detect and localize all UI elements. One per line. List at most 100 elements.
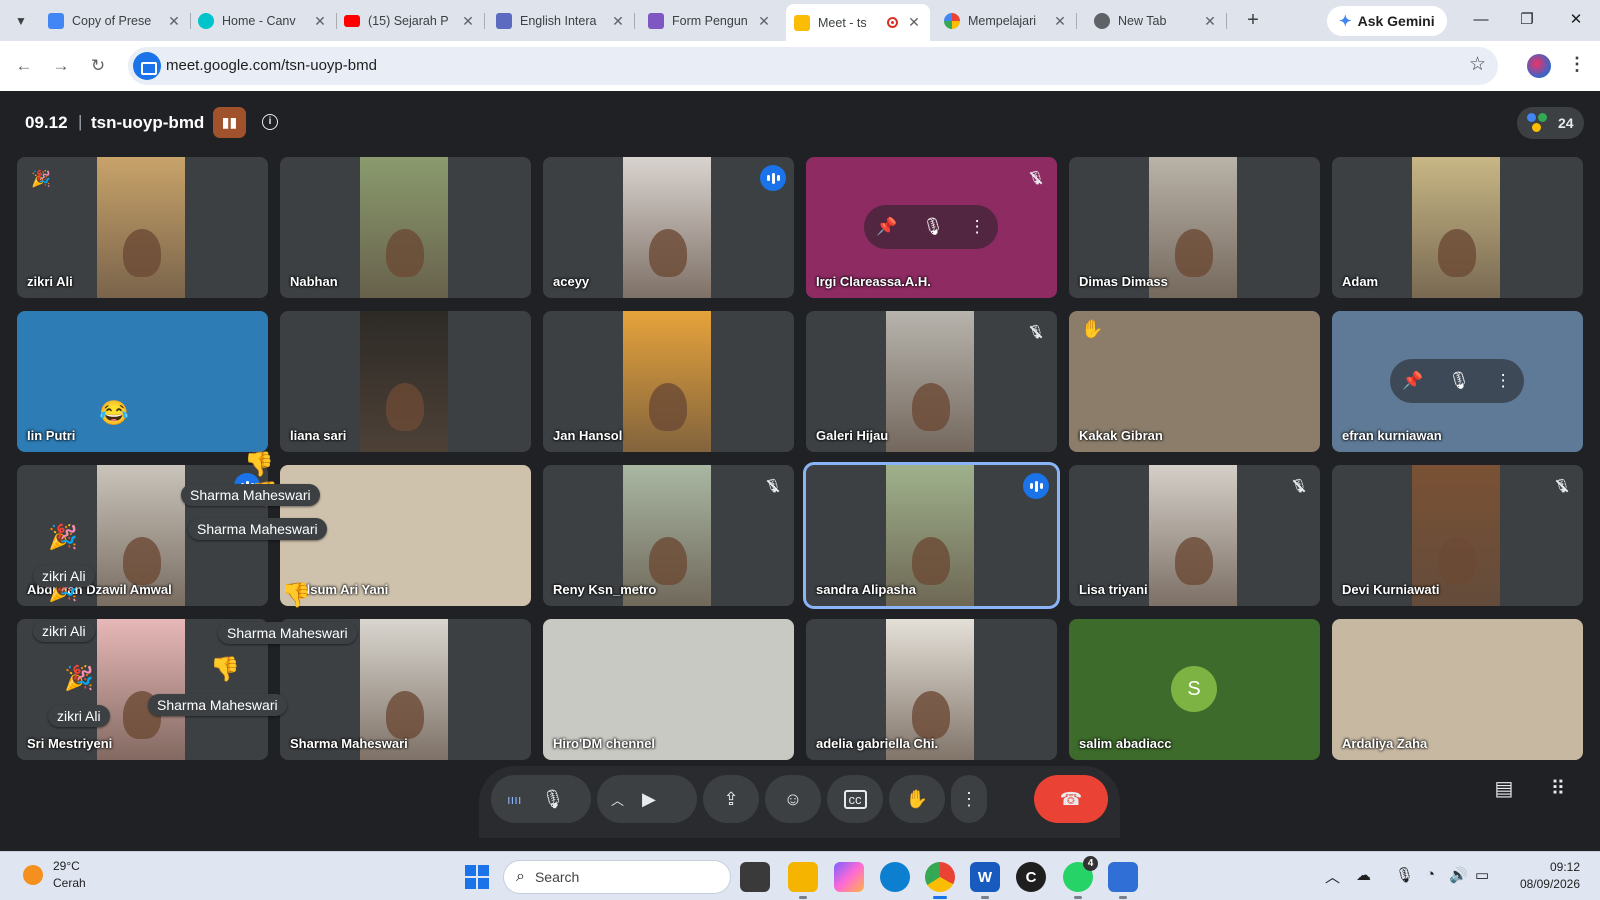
battery-icon[interactable]: ▭ [1475, 866, 1489, 884]
weather-sun-icon[interactable] [23, 865, 43, 885]
system-clock[interactable]: 09:12 08/09/2026 [1500, 860, 1580, 891]
participant-tile[interactable]: Jan Hansol [543, 311, 794, 452]
profile-avatar[interactable] [1527, 54, 1551, 78]
tab-mempelajari[interactable]: Mempelajari ✕ [936, 6, 1077, 36]
participant-tile[interactable]: liana sari [280, 311, 531, 452]
participant-tile[interactable]: 🎙 Galeri Hijau [806, 311, 1057, 452]
taskbar-search[interactable]: ⌕ Search [503, 860, 731, 894]
edge-icon[interactable] [880, 862, 910, 892]
participant-tile[interactable]: 🎉 zikri Ali [17, 157, 268, 298]
tab-canva-home[interactable]: Home - Canv ✕ [190, 6, 337, 36]
mic-icon[interactable]: 🎙 [922, 217, 944, 237]
tile-hover-controls[interactable]: 📌 🎙 ⋮ [1390, 359, 1524, 403]
people-count-button[interactable]: 24 [1517, 107, 1584, 139]
restore-icon[interactable]: ❐ [1513, 8, 1541, 34]
tab-new-tab[interactable]: New Tab ✕ [1086, 6, 1227, 36]
participant-figure [912, 383, 950, 431]
present-screen-button[interactable]: ⇪ [703, 775, 759, 823]
tab-english-interactive[interactable]: English Intera ✕ [488, 6, 635, 36]
url-text[interactable]: meet.google.com/tsn-uoyp-bmd [166, 57, 377, 74]
participant-tile[interactable]: Adam [1332, 157, 1583, 298]
emoji-reaction-button[interactable]: ☺ [765, 775, 821, 823]
tab-youtube-sejarah[interactable]: (15) Sejarah P ✕ [336, 6, 485, 36]
close-icon[interactable]: ✕ [1052, 13, 1068, 30]
forward-icon[interactable]: → [48, 53, 74, 79]
participant-tile[interactable]: Ssalim abadiacc [1069, 619, 1320, 760]
raise-hand-button[interactable]: ✋ [889, 775, 945, 823]
word-icon[interactable]: W [970, 862, 1000, 899]
new-tab-plus-icon[interactable]: + [1240, 8, 1266, 34]
back-icon[interactable]: ← [11, 53, 37, 79]
participant-tile[interactable]: 🎙 Reny Ksn_metro [543, 465, 794, 606]
snipping-tool-icon[interactable] [1108, 862, 1138, 899]
ask-gemini-button[interactable]: ✦ Ask Gemini [1327, 6, 1447, 36]
url-omnibox[interactable]: meet.google.com/tsn-uoyp-bmd ☆ [128, 47, 1498, 85]
tab-copy-of-presentation[interactable]: Copy of Prese ✕ [40, 6, 191, 36]
pin-icon[interactable]: 📌 [876, 217, 897, 237]
tray-microphone-icon[interactable]: 🎙 [1395, 866, 1414, 884]
reload-icon[interactable]: ↻ [85, 53, 111, 79]
participant-tile[interactable]: Nabhan [280, 157, 531, 298]
close-icon[interactable]: ✕ [312, 13, 328, 30]
volume-icon[interactable]: 🔊 [1449, 866, 1468, 884]
whatsapp-icon[interactable]: 4 [1063, 856, 1098, 899]
window-close-icon[interactable]: ✕ [1562, 8, 1590, 34]
tab-form-pengumpulan[interactable]: Form Pengun ✕ [640, 6, 780, 36]
capcut-icon[interactable]: C [1016, 862, 1046, 892]
tray-chevron-up-icon[interactable]: ︿ [1325, 866, 1340, 887]
minimize-icon[interactable]: — [1467, 8, 1495, 34]
participant-tile[interactable]: Hiro'DM chennel [543, 619, 794, 760]
more-vertical-icon: ⋮ [960, 788, 978, 809]
site-info-icon[interactable] [133, 52, 161, 80]
participant-video [97, 157, 185, 298]
leave-call-button[interactable]: ☎ [1034, 775, 1108, 823]
participant-tile[interactable]: 📌 🎙 ⋮ efran kurniawan [1332, 311, 1583, 452]
more-vertical-icon[interactable]: ⋮ [1495, 371, 1512, 391]
participant-tile[interactable]: Dimas Dimass [1069, 157, 1320, 298]
file-explorer-icon[interactable] [788, 862, 818, 899]
participant-tile[interactable]: adelia gabriella Chi. [806, 619, 1057, 760]
onedrive-icon[interactable]: ☁ [1356, 866, 1371, 884]
participant-tile[interactable]: aceyy [543, 157, 794, 298]
chrome-menu-icon[interactable]: ⋮ [1568, 54, 1586, 75]
participant-tile[interactable]: 🎙 Lisa triyani [1069, 465, 1320, 606]
more-options-button[interactable]: ⋮ [951, 775, 987, 823]
tab-meet-active[interactable]: Meet - ts ✕ [786, 4, 930, 41]
participant-tile[interactable]: sandra Alipasha [806, 465, 1057, 606]
task-view-icon[interactable] [740, 862, 770, 892]
participant-tile[interactable]: 😂 Iin Putri [17, 311, 268, 452]
breakout-badge-icon[interactable]: ▮▮ [213, 107, 246, 138]
activities-grid-icon[interactable]: ⠿ [1538, 769, 1578, 809]
close-icon[interactable]: ✕ [906, 14, 922, 31]
close-icon[interactable]: ✕ [166, 13, 182, 30]
bookmark-star-icon[interactable]: ☆ [1469, 53, 1486, 76]
microphone-button[interactable]: ıııı 🎙 [491, 775, 591, 823]
weather-temperature[interactable]: 29°C [53, 859, 80, 873]
participant-tile[interactable]: Ardaliya Zaha [1332, 619, 1583, 760]
windows-start-icon[interactable] [465, 865, 489, 889]
chat-icon[interactable]: ▤ [1484, 769, 1524, 809]
close-icon[interactable]: ✕ [756, 13, 772, 30]
participant-tile[interactable]: 🎙 📌 🎙 ⋮ Irgi Clareassa.A.H. [806, 157, 1057, 298]
mic-icon[interactable]: 🎙 [1448, 371, 1470, 391]
copilot-icon[interactable] [834, 862, 864, 892]
participant-tile[interactable]: 🎙 Devi Kurniawati [1332, 465, 1583, 606]
participant-tile[interactable]: ✋ Kakak Gibran [1069, 311, 1320, 452]
weather-description[interactable]: Cerah [53, 876, 86, 890]
search-icon: ⌕ [516, 868, 525, 885]
chrome-taskbar-icon[interactable] [925, 862, 955, 899]
close-icon[interactable]: ✕ [460, 13, 476, 30]
camera-button[interactable]: ︿ ▶ [597, 775, 697, 823]
tab-search-chevron-icon[interactable]: ▼ [8, 8, 34, 34]
address-bar-row: ← → ↻ meet.google.com/tsn-uoyp-bmd ☆ [0, 41, 1600, 91]
wifi-icon[interactable]: ◔ [1426, 866, 1435, 883]
tile-hover-controls[interactable]: 📌 🎙 ⋮ [864, 205, 998, 249]
more-vertical-icon[interactable]: ⋮ [969, 217, 986, 237]
close-icon[interactable]: ✕ [610, 13, 626, 30]
pin-icon[interactable]: 📌 [1402, 371, 1423, 391]
participant-figure [123, 537, 161, 585]
participant-name: Hiro'DM chennel [553, 736, 656, 751]
meeting-info-icon[interactable]: i [262, 114, 278, 130]
close-icon[interactable]: ✕ [1202, 13, 1218, 30]
captions-button[interactable]: cc [827, 775, 883, 823]
